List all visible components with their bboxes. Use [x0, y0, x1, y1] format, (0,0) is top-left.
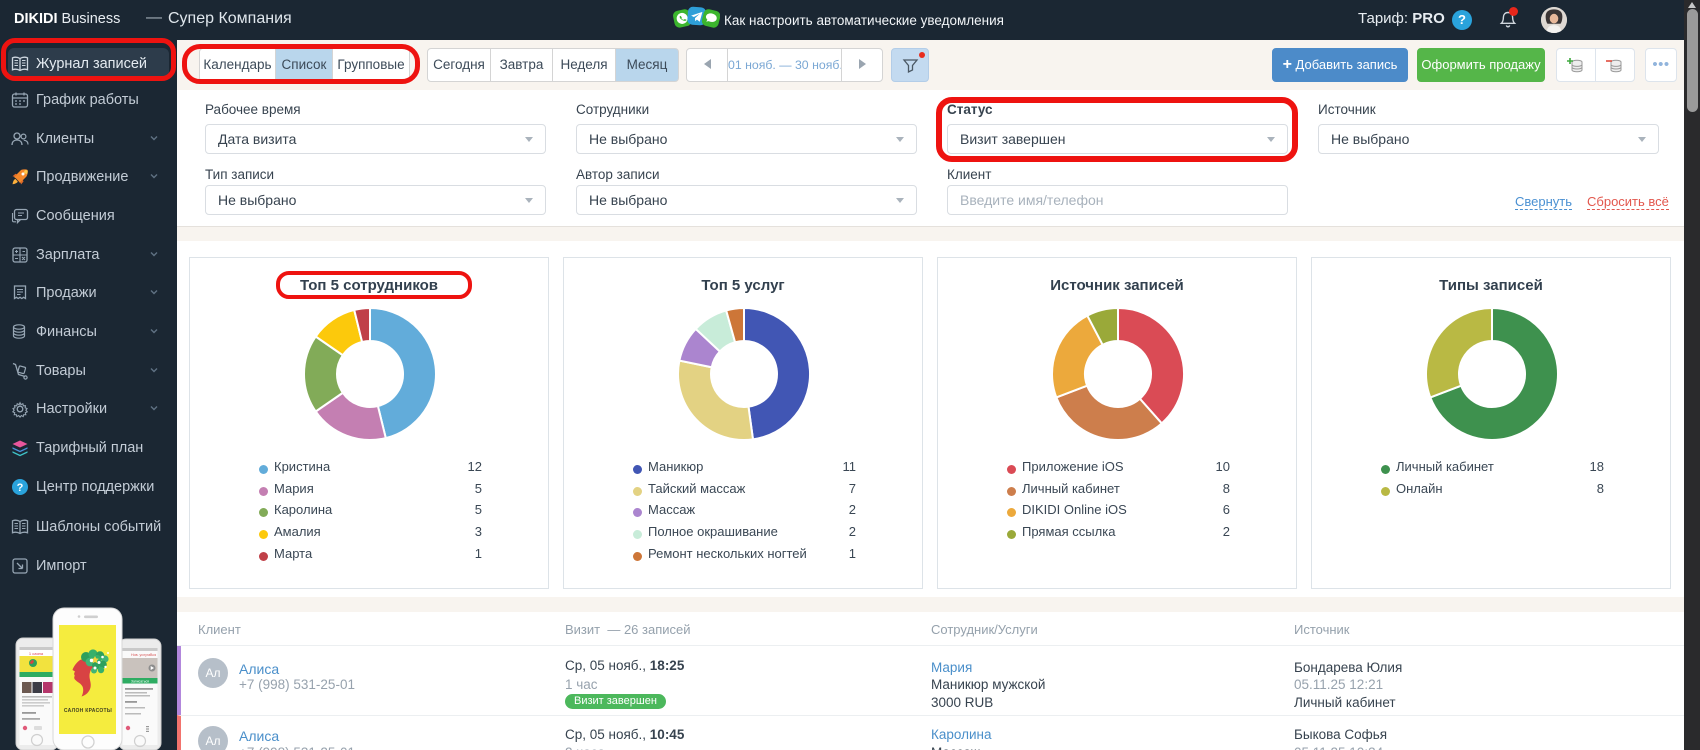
svg-text:Вся: Вся [150, 653, 156, 657]
svg-text:1 саяна: 1 саяна [29, 651, 44, 656]
svg-text:САЛОН КРАСОТЫ: САЛОН КРАСОТЫ [64, 708, 112, 714]
svg-text:Нов. услуга: Нов. услуга [131, 653, 150, 657]
svg-text:?: ? [17, 482, 24, 494]
svg-text:Записаться: Записаться [131, 680, 149, 684]
